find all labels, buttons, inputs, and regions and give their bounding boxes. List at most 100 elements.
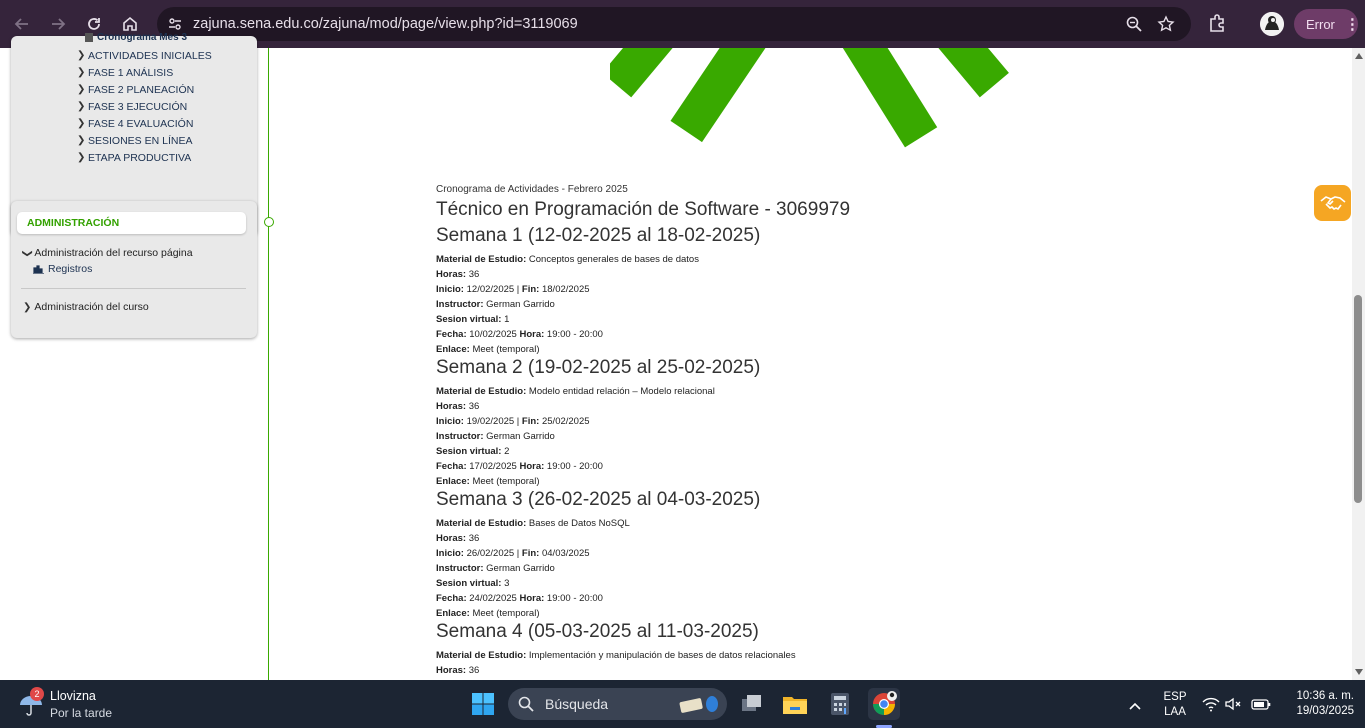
sidebar-item-label: ETAPA PRODUCTIVA [88,152,192,164]
detail-enlace: Enlace: Meet (temporal) [436,476,540,487]
file-explorer-icon [783,697,807,714]
sidebar-item-sesiones-en-linea[interactable]: ❯ SESIONES EN LÍNEA [77,134,192,148]
meet-link[interactable]: Meet (temporal) [472,344,539,355]
detail-material: Material de Estudio: Bases de Datos NoSQ… [436,518,630,529]
calculator-icon [831,693,849,715]
administration-title: ADMINISTRACIÓN [27,217,120,229]
sidebar-item-fase-4[interactable]: ❯ FASE 4 EVALUACIÓN [77,117,193,131]
meet-link[interactable]: Meet (temporal) [472,608,539,619]
zoom-icon[interactable] [1125,15,1143,38]
home-icon [123,16,137,31]
week-title: Semana 1 (12-02-2025 al 18-02-2025) [436,225,761,246]
search-placeholder: Búsqueda [545,696,609,712]
detail-horas: Horas: 36 [436,665,480,676]
search-highlight-icon [679,696,718,713]
page-admin-toggle[interactable]: ❯ Administración del recurso página [21,247,193,259]
chrome-taskbar-button[interactable] [868,688,900,720]
windows-icon [472,693,494,715]
sidebar-item-fase-3[interactable]: ❯ FASE 3 EJECUCIÓN [77,100,187,114]
chart-icon [33,264,44,274]
timeline-dot [264,217,274,227]
sena-logo [610,48,1010,153]
sidebar-item-actividades-iniciales[interactable]: ❯ ACTIVIDADES INICIALES [77,49,212,63]
detail-material: Material de Estudio: Implementación y ma… [436,650,796,661]
star-icon[interactable] [1157,15,1175,38]
detail-fecha-hora: Fecha: 10/02/2025 Hora: 19:00 - 20:00 [436,329,603,340]
administration-header: ADMINISTRACIÓN [17,212,246,234]
task-view-icon [742,695,761,711]
search-icon [518,696,534,712]
profile-error-button[interactable]: Error ⋮ [1294,9,1360,39]
weather-description: Por la tarde [50,706,113,720]
forward-icon [52,18,66,30]
page-content: Cronograma de Actividades - Febrero 2025… [436,185,1316,678]
lang-code: ESP [1163,691,1187,703]
sidebar-item-fase-1[interactable]: ❯ FASE 1 ANÁLISIS [77,66,173,80]
clock-date: 19/03/2025 [1296,705,1354,717]
windows-taskbar: 2 Llovizna Por la tarde Búsqueda ESP LAA… [0,680,1365,728]
timeline-divider [268,48,269,680]
task-view-button[interactable] [736,688,768,720]
address-bar[interactable]: zajuna.sena.edu.co/zajuna/mod/page/view.… [157,7,1191,41]
extensions-icon[interactable] [1207,12,1229,39]
reload-icon [88,18,100,30]
registros-link[interactable]: Registros [33,263,92,275]
file-explorer-button[interactable] [779,688,811,720]
detail-inicio-fin: Inicio: 26/02/2025 | Fin: 04/03/2025 [436,548,590,559]
detail-material: Material de Estudio: Modelo entidad rela… [436,386,715,397]
calculator-button[interactable] [824,688,856,720]
detail-horas: Horas: 36 [436,533,480,544]
page-scrollbar[interactable] [1352,48,1365,680]
course-admin-toggle[interactable]: ❯ Administración del curso [23,301,149,313]
detail-enlace: Enlace: Meet (temporal) [436,608,540,619]
detail-instructor: Instructor: German Garrido [436,299,555,310]
back-icon [14,18,28,30]
scroll-thumb[interactable] [1354,295,1362,503]
sidebar-item-etapa-productiva[interactable]: ❯ ETAPA PRODUCTIVA [77,151,191,165]
chevron-right-icon: ❯ [77,152,86,163]
error-label: Error [1306,16,1335,32]
sidebar-item-label: FASE 2 PLANEACIÓN [88,84,195,96]
scroll-down-arrow[interactable] [1355,669,1363,675]
detail-instructor: Instructor: German Garrido [436,431,555,442]
sidebar-item-label: ACTIVIDADES INICIALES [88,50,212,62]
chevron-right-icon: ❯ [77,84,86,95]
detail-inicio-fin: Inicio: 12/02/2025 | Fin: 18/02/2025 [436,284,590,295]
scroll-up-arrow[interactable] [1355,53,1363,59]
system-tray[interactable] [1202,695,1274,713]
taskbar-search[interactable]: Búsqueda [508,688,727,720]
system-clock[interactable]: 10:36 a. m. 19/03/2025 [1282,689,1354,719]
detail-inicio-fin: Inicio: 19/02/2025 | Fin: 25/02/2025 [436,416,590,427]
wifi-icon [1202,697,1220,712]
weather-widget[interactable]: 2 Llovizna Por la tarde [18,687,148,721]
start-button[interactable] [468,689,498,719]
chevron-up-icon[interactable] [1128,698,1142,716]
kebab-icon[interactable]: ⋮ [1345,15,1360,33]
nav-current-item[interactable]: Cronograma Mes 3 [85,32,187,43]
profile-icon[interactable] [1260,12,1284,36]
nav-current-label: Cronograma Mes 3 [97,32,188,43]
detail-horas: Horas: 36 [436,269,480,280]
week-title: Semana 2 (19-02-2025 al 25-02-2025) [436,357,761,378]
handshake-icon [1320,196,1345,211]
sidebar-item-fase-2[interactable]: ❯ FASE 2 PLANEACIÓN [77,83,194,97]
week-section: Semana 3 (26-02-2025 al 04-03-2025) Mate… [436,489,1316,621]
chevron-right-icon: ❯ [77,101,86,112]
detail-fecha-hora: Fecha: 24/02/2025 Hora: 19:00 - 20:00 [436,593,603,604]
handshake-button[interactable] [1314,185,1351,221]
chevron-right-icon: ❯ [77,118,86,129]
detail-instructor: Instructor: German Garrido [436,563,555,574]
chevron-down-icon: ❯ [21,248,33,258]
detail-horas: Horas: 36 [436,401,480,412]
registros-label: Registros [48,263,93,275]
page-admin-label: Administración del recurso página [34,247,193,259]
sidebar-item-label: FASE 3 EJECUCIÓN [88,101,188,113]
chevron-right-icon: ❯ [77,67,86,78]
sidebar-item-label: FASE 4 EVALUACIÓN [88,118,194,130]
week-section: Semana 1 (12-02-2025 al 18-02-2025) Mate… [436,225,1316,357]
course-title: Técnico en Programación de Software - 30… [436,199,851,220]
meet-link[interactable]: Meet (temporal) [472,476,539,487]
detail-sesion: Sesion virtual: 3 [436,578,510,589]
input-language-indicator[interactable]: ESP LAA [1158,690,1192,720]
week-title: Semana 4 (05-03-2025 al 11-03-2025) [436,621,759,642]
